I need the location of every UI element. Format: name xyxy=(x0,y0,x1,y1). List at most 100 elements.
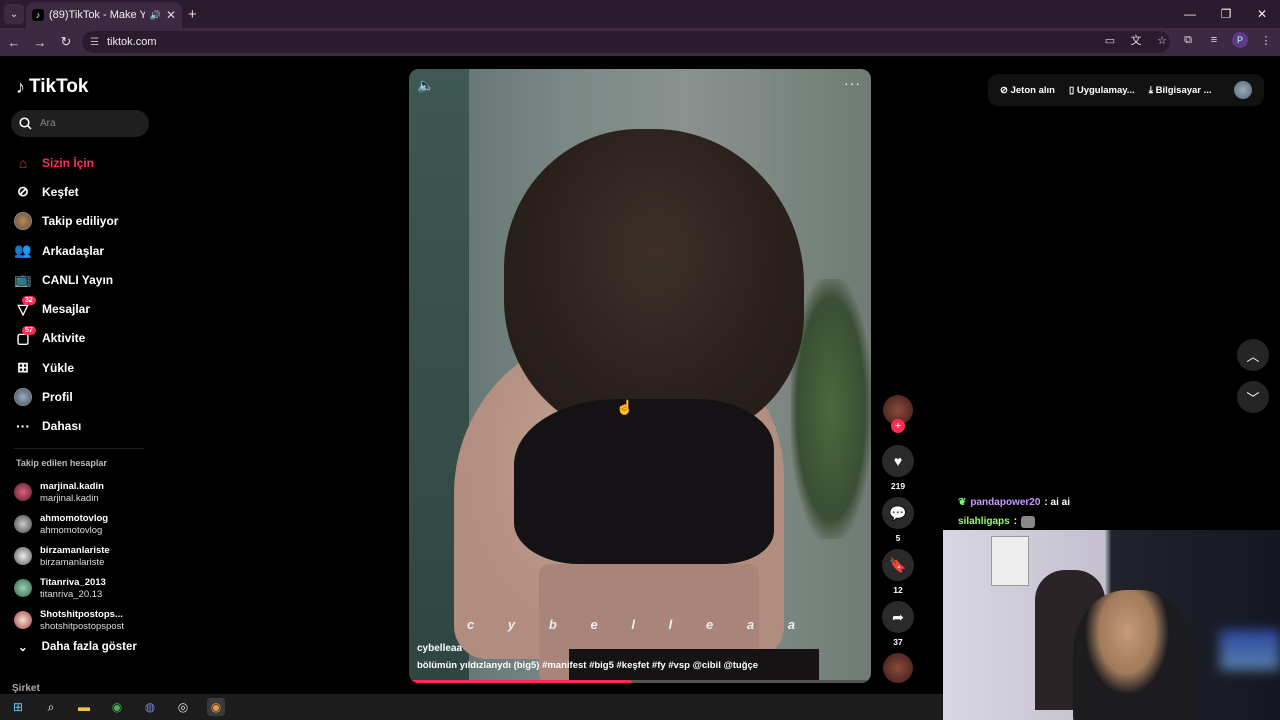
tiktok-logo[interactable]: ♪ TikTok xyxy=(16,76,88,98)
nav-profile[interactable]: Profil xyxy=(14,382,154,411)
next-video-button[interactable]: ﹀ xyxy=(1237,381,1269,413)
save-button[interactable]: 🔖 xyxy=(882,549,914,581)
tiktok-favicon-icon: ♪ xyxy=(32,9,44,21)
taskbar-search-icon[interactable]: ⌕ xyxy=(42,698,60,716)
tab-close-button[interactable]: ✕ xyxy=(166,8,176,22)
like-count: 219 xyxy=(890,481,906,491)
like-button[interactable]: ♥ xyxy=(882,445,914,477)
chrome-icon[interactable]: ◉ xyxy=(108,698,126,716)
cast-icon[interactable]: ▭ xyxy=(1102,34,1118,47)
address-bar[interactable]: ☰ tiktok.com xyxy=(82,31,1170,53)
nav-live[interactable]: 📺 CANLI Yayın xyxy=(14,265,154,294)
music-disc-icon[interactable] xyxy=(883,653,913,683)
chrome-active-icon[interactable]: ◉ xyxy=(207,698,225,716)
close-window-button[interactable]: ✕ xyxy=(1244,0,1280,28)
account-avatar xyxy=(14,611,32,629)
previous-video-button[interactable]: ︿ xyxy=(1237,339,1269,371)
nav-label: Yükle xyxy=(42,360,75,375)
tab-audio-icon[interactable]: 🔊 xyxy=(150,10,161,21)
video-player[interactable]: cybelleaa 🔈 ··· cybelleaa bölümün yıldız… xyxy=(409,69,871,683)
comment-icon: 💬 xyxy=(889,504,907,521)
window-controls: — ❐ ✕ xyxy=(1172,0,1280,28)
nav-for-you[interactable]: ⌂ Sizin İçin xyxy=(14,148,154,177)
volume-icon[interactable]: 🔈 xyxy=(417,77,434,94)
share-button[interactable]: ➦ xyxy=(882,601,914,633)
watermark-letter: l xyxy=(631,617,637,632)
get-coins-button[interactable]: ⊘ Jeton alın xyxy=(1000,85,1055,96)
file-explorer-icon[interactable]: ▬ xyxy=(75,698,93,716)
nav-following[interactable]: Takip ediliyor xyxy=(14,207,154,236)
nav-activity[interactable]: ▢ 57 Aktivite xyxy=(14,324,154,353)
chevron-up-icon: ︿ xyxy=(1246,348,1260,364)
upload-icon: ⊞ xyxy=(17,359,29,376)
account-avatar xyxy=(14,515,32,533)
search-input[interactable]: Ara xyxy=(11,110,149,137)
follow-plus-icon[interactable]: + xyxy=(891,419,905,433)
chat-username: pandapower20 xyxy=(970,497,1041,508)
nav-messages[interactable]: ▽ 32 Mesajlar xyxy=(14,294,154,323)
get-app-button[interactable]: ▯ Uygulamay... xyxy=(1069,85,1135,96)
following-account[interactable]: ahmomotovlog ahmomotovlog xyxy=(14,508,154,540)
account-avatar xyxy=(14,579,32,597)
pc-app-button[interactable]: ⤓ Bilgisayar ... xyxy=(1149,85,1212,96)
following-account[interactable]: marjinal.kadin marjinal.kadin xyxy=(14,476,154,508)
company-link[interactable]: Şirket xyxy=(12,683,40,694)
site-info-icon[interactable]: ☰ xyxy=(90,37,99,48)
nav-friends[interactable]: 👥 Arkadaşlar xyxy=(14,236,154,265)
bookmark-star-icon[interactable]: ☆ xyxy=(1154,34,1170,47)
stream-chat-overlay: ❦ pandapower20: ai ai silahligaps: xyxy=(958,493,1070,531)
minimize-button[interactable]: — xyxy=(1172,0,1208,28)
video-person-hair xyxy=(504,129,804,439)
extensions-icon[interactable]: ⧉ xyxy=(1180,34,1196,47)
windows-start-icon[interactable]: ⊞ xyxy=(9,698,27,716)
comment-button[interactable]: 💬 xyxy=(882,497,914,529)
following-account[interactable]: birzamanlariste birzamanlariste xyxy=(14,540,154,572)
show-more-button[interactable]: ⌄ Daha fazla göster xyxy=(18,640,137,654)
nav-more[interactable]: ··· Dahası xyxy=(14,412,154,441)
following-account[interactable]: Shotshitpostops... shotshitpostopspost xyxy=(14,604,154,636)
get-coins-label: Jeton alın xyxy=(1010,84,1055,96)
account-avatar xyxy=(14,547,32,565)
browser-menu-icon[interactable]: ⋮ xyxy=(1258,34,1274,47)
back-button[interactable]: ← xyxy=(2,35,26,50)
watermark-letter: l xyxy=(668,617,675,632)
reload-button[interactable]: ↻ xyxy=(54,34,78,50)
tab-search-button[interactable]: ⌄ xyxy=(4,4,24,24)
friends-icon: 👥 xyxy=(14,242,32,259)
watermark-letter: a xyxy=(746,617,757,632)
mouse-cursor-icon: ☝ xyxy=(616,399,634,415)
following-avatar-icon xyxy=(14,212,32,231)
nav-upload[interactable]: ⊞ Yükle xyxy=(14,353,154,382)
forward-button[interactable]: → xyxy=(28,35,52,50)
save-count: 12 xyxy=(893,585,903,595)
live-icon: 📺 xyxy=(14,271,32,288)
profile-icon xyxy=(14,388,32,407)
account-handle: ahmomotovlog xyxy=(40,524,103,536)
video-author[interactable]: cybelleaa xyxy=(417,643,462,654)
new-tab-button[interactable]: + xyxy=(188,6,197,23)
account-handle: shotshitpostopspost xyxy=(40,620,124,632)
discord-icon[interactable]: ◍ xyxy=(141,698,159,716)
translate-icon[interactable]: 文 xyxy=(1128,32,1144,48)
profile-avatar[interactable]: P xyxy=(1232,32,1248,48)
account-name: birzamanlariste xyxy=(40,544,110,556)
video-progress-fill xyxy=(409,680,631,683)
account-name: marjinal.kadin xyxy=(40,480,104,492)
following-account[interactable]: Titanriva_2013 titanriva_20.13 xyxy=(14,572,154,604)
windows-taskbar: ⊞ ⌕ ▬ ◉ ◍ ◎ ◉ xyxy=(0,694,943,720)
user-avatar[interactable] xyxy=(1234,81,1252,99)
obs-icon[interactable]: ◎ xyxy=(174,698,192,716)
watermark-letter: c xyxy=(467,617,477,632)
nav-label: Aktivite xyxy=(42,331,86,346)
nav-explore[interactable]: ⊘ Keşfet xyxy=(14,177,154,206)
video-progress-bar[interactable] xyxy=(409,680,871,683)
url-text: tiktok.com xyxy=(106,36,157,48)
media-controls-icon[interactable]: ≡ xyxy=(1206,34,1222,46)
tiktok-note-icon: ♪ xyxy=(16,76,25,97)
account-name: Titanriva_2013 xyxy=(40,576,106,588)
show-more-label: Daha fazla göster xyxy=(41,641,137,653)
toolbar-right: ▭ 文 ☆ ⧉ ≡ P ⋮ xyxy=(1102,32,1274,48)
browser-tab-tiktok[interactable]: ♪ (89)TikTok - Make Your Day 🔊 ✕ xyxy=(26,2,182,28)
restore-button[interactable]: ❐ xyxy=(1208,0,1244,28)
video-more-options-icon[interactable]: ··· xyxy=(844,75,861,91)
